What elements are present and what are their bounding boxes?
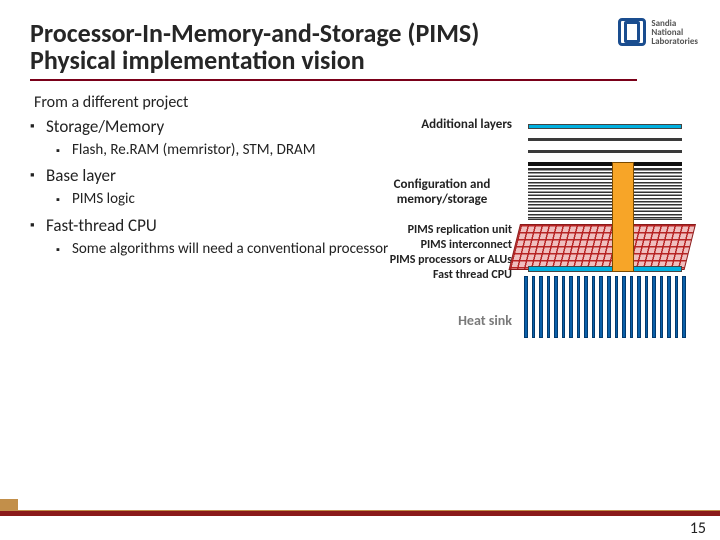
vertical-pillar — [612, 162, 634, 272]
logo-text: Sandia National Laboratories — [651, 19, 698, 46]
page-number: 15 — [690, 519, 706, 538]
layer-spacer-1 — [528, 138, 682, 141]
label-interconnect: PIMS interconnect — [421, 239, 512, 253]
layer-cpu — [528, 266, 682, 272]
bullet-fast-thread-cpu: Fast-thread CPU Some algorithms will nee… — [46, 215, 400, 259]
bullet-column: Storage/Memory Flash, Re.RAM (memristor)… — [30, 116, 400, 416]
sandia-logo: Sandia National Laboratories — [618, 18, 698, 46]
subtitle: From a different project — [34, 93, 690, 112]
page-title: Processor-In-Memory-and-Storage (PIMS) P… — [30, 20, 690, 75]
bullet-some-algorithms: Some algorithms will need a conventional… — [72, 240, 400, 259]
bullet-flash: Flash, Re.RAM (memristor), STM, DRAM — [72, 141, 400, 160]
diagram-area: Additional layers Configuration and memo… — [406, 116, 690, 416]
slide: Sandia National Laboratories Processor-I… — [0, 0, 720, 540]
layer-config-memory — [528, 168, 682, 220]
bullet-pims-logic: PIMS logic — [72, 190, 400, 209]
layer-spacer-2 — [528, 150, 682, 153]
black-top — [528, 162, 682, 166]
heat-sink-fins — [524, 276, 686, 338]
label-processors-alus: PIMS processors or ALUs — [390, 254, 512, 268]
bullet-text: Base layer — [46, 165, 116, 186]
logo-text-3: Laboratories — [651, 37, 698, 46]
stack-diagram — [520, 116, 690, 416]
content-columns: Storage/Memory Flash, Re.RAM (memristor)… — [30, 116, 690, 416]
footer-bar — [0, 510, 720, 516]
bullet-text: Storage/Memory — [46, 116, 164, 137]
bullet-storage-memory: Storage/Memory Flash, Re.RAM (memristor)… — [46, 116, 400, 160]
logo-icon — [618, 18, 646, 46]
bullet-text: Fast-thread CPU — [46, 215, 157, 236]
layer-storage — [528, 124, 682, 129]
label-additional-layers: Additional layers — [421, 118, 512, 133]
bullet-base-layer: Base layer PIMS logic — [46, 165, 400, 209]
footer-accent — [0, 499, 18, 510]
label-replication-unit: PIMS replication unit — [408, 224, 512, 238]
layer-pims-grid — [509, 224, 696, 270]
label-configuration: Configuration and memory/storage — [372, 178, 512, 208]
label-fast-thread-cpu: Fast thread CPU — [433, 269, 512, 283]
title-line-2: Physical implementation vision — [30, 44, 365, 76]
title-underline — [30, 79, 637, 81]
label-heat-sink: Heat sink — [458, 312, 512, 329]
